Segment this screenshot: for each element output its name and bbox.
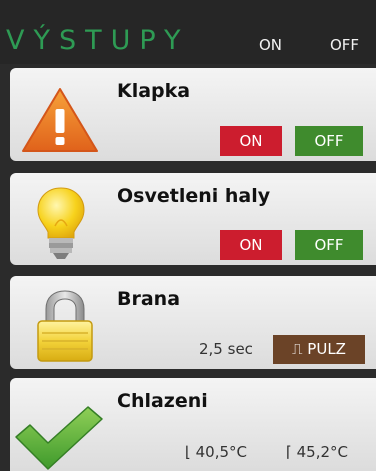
warning-icon [22,88,98,152]
output-card-chlazeni: Chlazeni ⌊ 40,5°C ⌈ 45,2°C [10,378,376,471]
on-button[interactable]: ON [220,126,282,156]
section-title: VÝSTUPY [6,25,190,56]
pulse-button[interactable]: ⎍ PULZ [273,335,365,364]
on-button[interactable]: ON [220,230,282,260]
checkmark-icon [15,406,103,470]
header: VÝSTUPY ON OFF [0,0,376,64]
column-header-on: ON [259,36,283,54]
output-card-osvetleni-haly: Osvetleni haly ON OFF [10,173,376,265]
column-header-off: OFF [330,36,360,54]
temperature-high: ⌈ 45,2°C [286,443,348,461]
output-card-klapka: Klapka ON OFF [10,68,376,161]
temperature-low: ⌊ 40,5°C [185,443,247,461]
output-name: Brana [117,288,181,310]
lock-icon [37,290,93,362]
lightbulb-icon [37,187,85,259]
off-button[interactable]: OFF [295,230,363,260]
output-name: Osvetleni haly [117,185,271,207]
pulse-duration: 2,5 sec [199,340,253,358]
off-button[interactable]: OFF [295,126,363,156]
output-card-brana: Brana 2,5 sec ⎍ PULZ [10,276,376,369]
output-name: Chlazeni [117,390,208,412]
output-name: Klapka [117,80,191,102]
